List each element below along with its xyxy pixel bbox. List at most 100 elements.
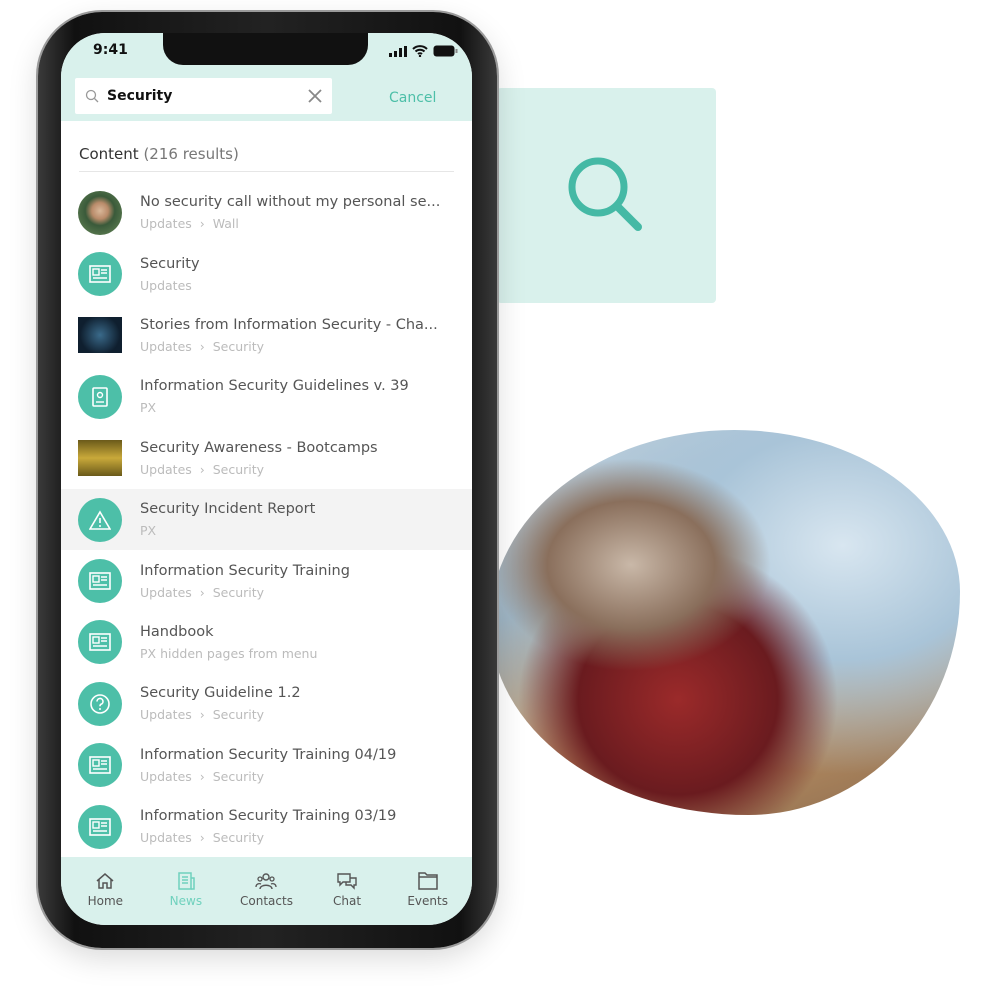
result-text: Stories from Information Security - Cha.…	[140, 317, 438, 354]
tab-label: Contacts	[240, 894, 293, 908]
result-item[interactable]: Information Security Training 03/19 Updat…	[61, 796, 472, 857]
result-text: Security Updates	[140, 256, 200, 293]
folder-icon	[417, 872, 438, 890]
question-icon	[78, 681, 122, 726]
tab-label: Home	[87, 894, 124, 908]
tab-home[interactable]: Home	[65, 857, 145, 925]
wifi-icon	[412, 45, 428, 57]
contact-card-icon	[78, 374, 122, 419]
result-item[interactable]: Security Incident Report PX	[61, 488, 472, 551]
tab-news[interactable]: News	[146, 857, 226, 925]
path-segment: Updates	[140, 707, 192, 723]
path-segment: Updates	[140, 584, 192, 600]
breadcrumb-separator: ›	[191, 461, 213, 477]
newspaper-icon	[78, 252, 122, 297]
path-segment: Security	[212, 830, 265, 846]
breadcrumb-separator: ›	[191, 584, 213, 600]
result-path: Updates › Wall	[140, 216, 440, 231]
result-text: Information Security Guidelines v. 39 PX	[140, 378, 409, 415]
header: 9:41 Security Cancel	[61, 33, 472, 121]
warning-icon	[78, 497, 122, 542]
battery-icon	[433, 45, 458, 57]
result-text: Security Awareness - Bootcamps Updates › …	[140, 440, 378, 477]
tab-events[interactable]: Events	[388, 857, 468, 925]
result-item[interactable]: Security Guideline 1.2 Updates › Security	[61, 673, 472, 734]
result-text: Information Security Training Updates › S…	[140, 563, 350, 600]
news-icon	[178, 872, 195, 890]
results-list: No security call without my personal se.…	[61, 182, 472, 857]
path-segment: Security	[212, 707, 265, 723]
result-item[interactable]: Information Security Training 04/19 Updat…	[61, 735, 472, 796]
result-path: Updates › Security	[140, 830, 396, 845]
result-path: PX	[140, 400, 409, 415]
man-with-phone-photo	[490, 430, 960, 815]
result-title: Stories from Information Security - Cha.…	[140, 316, 438, 333]
status-icons	[389, 45, 458, 57]
result-path: PX	[140, 523, 315, 538]
path-segment: Wall	[212, 216, 239, 232]
tab-contacts[interactable]: Contacts	[226, 857, 306, 925]
path-segment: Updates	[140, 216, 192, 232]
result-item[interactable]: Information Security Guidelines v. 39 PX	[61, 366, 472, 427]
result-path: Updates › Security	[140, 462, 378, 477]
result-path: Updates › Security	[140, 585, 350, 600]
result-title: Information Security Training 04/19	[140, 746, 397, 763]
path-segment: Updates	[140, 277, 192, 293]
result-title: Information Security Training	[140, 562, 350, 579]
path-segment: PX	[140, 523, 157, 539]
path-segment: Security	[212, 584, 265, 600]
newspaper-icon	[78, 559, 122, 604]
search-query: Security	[107, 88, 173, 104]
contacts-icon	[255, 873, 278, 890]
result-title: Information Security Guidelines v. 39	[140, 378, 409, 395]
chat-icon	[337, 873, 357, 890]
breadcrumb-separator: ›	[191, 830, 213, 846]
tab-bar: Home News Contacts Chat Events	[61, 857, 472, 925]
breadcrumb-separator: ›	[191, 768, 213, 784]
thumbnail-image	[78, 440, 122, 477]
result-count: (216 results)	[143, 145, 239, 163]
path-segment: PX	[140, 400, 157, 416]
cancel-button[interactable]: Cancel	[389, 90, 436, 106]
result-path: Updates	[140, 278, 200, 293]
path-segment: Updates	[140, 461, 192, 477]
newspaper-icon	[78, 804, 122, 849]
path-segment: Updates	[140, 338, 192, 354]
signal-icon	[389, 45, 407, 57]
result-text: Information Security Training 04/19 Updat…	[140, 747, 396, 784]
result-item[interactable]: Security Awareness - Bootcamps Updates › …	[61, 428, 472, 489]
breadcrumb-separator: ›	[191, 216, 213, 232]
search-input[interactable]: Security	[75, 78, 332, 114]
clear-icon[interactable]	[308, 89, 322, 103]
thumbnail-image	[78, 317, 122, 354]
result-path: Updates › Security	[140, 769, 396, 784]
phone-screen: 9:41 Security Cancel Content (216 result…	[61, 33, 472, 925]
result-text: Information Security Training 03/19 Updat…	[140, 808, 396, 845]
breadcrumb-separator: ›	[191, 707, 213, 723]
result-title: Handbook	[140, 623, 214, 640]
path-segment: Security	[212, 461, 265, 477]
result-title: Security Awareness - Bootcamps	[140, 439, 378, 456]
section-title: Content	[79, 145, 139, 163]
result-item[interactable]: No security call without my personal se.…	[61, 182, 472, 243]
tab-label: News	[169, 894, 203, 908]
result-item[interactable]: Handbook PX hidden pages from menu	[61, 612, 472, 673]
tab-label: Chat	[333, 894, 362, 908]
result-path: Updates › Security	[140, 339, 438, 354]
search-icon	[568, 157, 642, 231]
path-segment: Updates	[140, 830, 192, 846]
home-icon	[96, 873, 114, 889]
tab-chat[interactable]: Chat	[307, 857, 387, 925]
result-item[interactable]: Security Updates	[61, 243, 472, 304]
newspaper-icon	[78, 620, 122, 665]
result-title: No security call without my personal se.…	[140, 194, 441, 211]
result-text: Handbook PX hidden pages from menu	[140, 624, 317, 661]
result-item[interactable]: Stories from Information Security - Cha.…	[61, 305, 472, 366]
phone-frame: 9:41 Security Cancel Content (216 result…	[38, 12, 497, 948]
breadcrumb-separator: ›	[191, 338, 213, 354]
result-path: Updates › Security	[140, 707, 301, 722]
result-title: Information Security Training 03/19	[140, 808, 397, 825]
result-text: Security Incident Report PX	[140, 501, 315, 538]
path-segment: Updates	[140, 768, 192, 784]
result-item[interactable]: Information Security Training Updates › S…	[61, 550, 472, 611]
